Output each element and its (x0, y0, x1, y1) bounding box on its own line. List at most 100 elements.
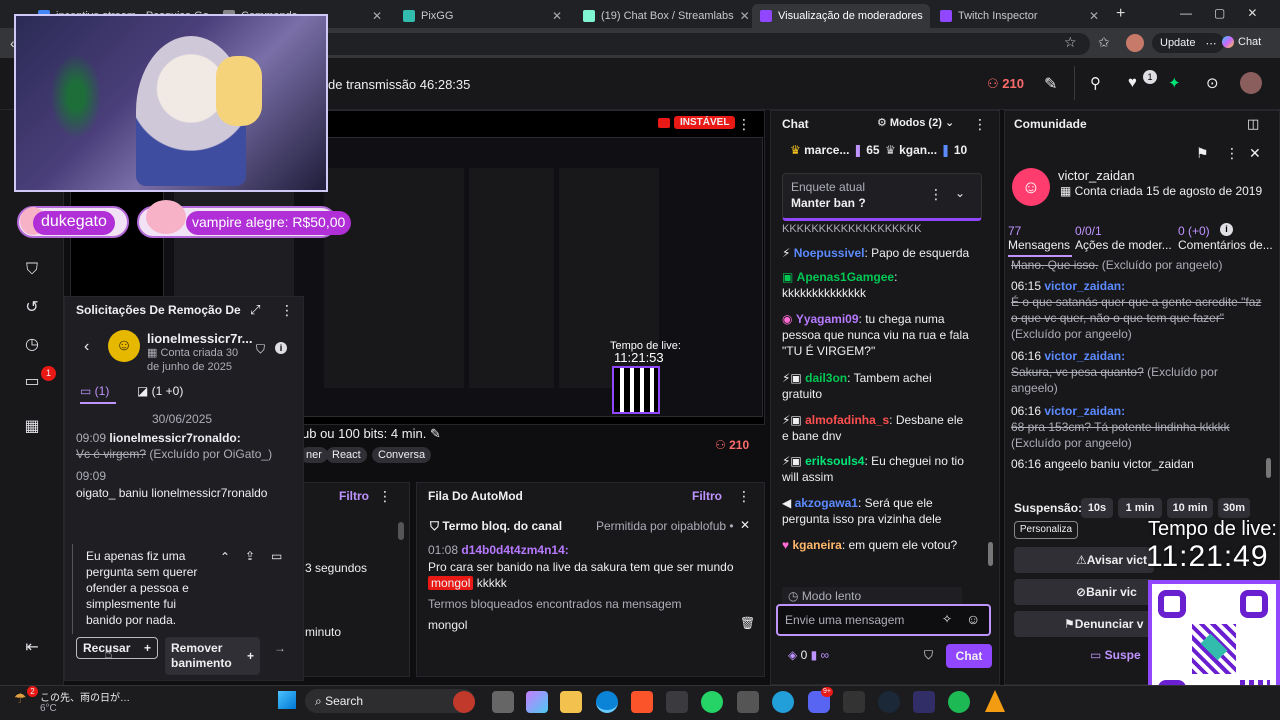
collapse-panel-icon[interactable]: ◫ (1247, 116, 1259, 132)
update-button[interactable]: Update ⋯ (1152, 33, 1225, 53)
bits-icon[interactable]: ✦ (1168, 74, 1181, 92)
new-tab-button[interactable]: + (1116, 5, 1125, 23)
shield-icon[interactable]: ⛉ (20, 258, 44, 282)
more-options-icon[interactable]: ⋮ (280, 302, 294, 319)
timer-icon[interactable]: ◷ (20, 332, 44, 356)
tag-chip[interactable]: ner (300, 447, 328, 463)
whatsapp-icon[interactable] (701, 691, 723, 713)
app-icon[interactable] (913, 691, 935, 713)
collapse-chevron-icon[interactable]: ⌃ (220, 550, 230, 564)
community-username[interactable]: victor_zaidan (1058, 168, 1135, 183)
unban-username[interactable]: lionelmessicr7r... (147, 331, 253, 346)
close-icon[interactable]: ✕ (740, 9, 750, 23)
close-icon[interactable]: ✕ (552, 9, 562, 23)
edge-icon[interactable] (596, 691, 618, 713)
copilot-icon[interactable] (526, 691, 548, 713)
suspend-30m-button[interactable]: 30m (1218, 498, 1250, 518)
comment-icon[interactable]: ▭ (271, 549, 282, 563)
hearts-icon[interactable]: ♥ (1128, 74, 1137, 91)
more-options-icon[interactable]: ⋮ (737, 116, 751, 133)
remove-ban-button[interactable]: Remover banimento + (165, 637, 260, 675)
chat-modes-button[interactable]: ⚙ Modos (2) ⌄ (877, 116, 954, 129)
suspend-10s-button[interactable]: 10s (1081, 498, 1113, 518)
community-scrollbar[interactable] (1266, 458, 1271, 478)
report-user-button[interactable]: ⚑ Denunciar v (1014, 611, 1154, 637)
browser-tab-moderator-view[interactable]: Visualização de moderadores✕ (752, 4, 930, 28)
vlc-icon[interactable] (985, 690, 1005, 712)
shield-icon[interactable]: ⛉ (256, 342, 265, 357)
filter-button[interactable]: Filtro (692, 489, 722, 503)
spotify-icon[interactable] (948, 691, 970, 713)
browser-tab-twitch-inspector[interactable]: Twitch Inspector ✕ (932, 4, 1107, 28)
emoji-icon[interactable]: ☺ (966, 611, 980, 627)
top-chatter[interactable]: ♛ kgan... ❚ 10 (885, 143, 967, 157)
telegram-icon[interactable] (772, 691, 794, 713)
edit-icon[interactable]: ✎ (1044, 74, 1057, 94)
share-icon[interactable]: ⇪ (245, 549, 255, 563)
bookmark-star-icon[interactable]: ☆ (1064, 34, 1077, 51)
customize-button[interactable]: Personaliza (1014, 521, 1078, 539)
more-options-icon[interactable]: ⋮ (1225, 145, 1239, 162)
copilot-chat-button[interactable]: Chat (1222, 36, 1261, 48)
profile-avatar[interactable] (1126, 34, 1144, 52)
sparkle-icon[interactable]: ✧ (942, 612, 952, 626)
window-controls[interactable]: —▢✕ (1180, 6, 1279, 20)
next-arrow-icon[interactable]: → (274, 641, 286, 655)
task-view-icon[interactable] (492, 691, 514, 713)
stat-mod-actions-tab[interactable]: 0/0/1 Ações de moder... (1075, 224, 1175, 252)
suspend-1min-button[interactable]: 1 min (1118, 498, 1162, 518)
weather-text[interactable]: この先、雨の日が… (40, 689, 130, 704)
history-icon[interactable]: ↺ (20, 295, 44, 319)
info-icon[interactable]: i (275, 342, 287, 354)
close-icon[interactable]: ✕ (1089, 9, 1099, 23)
warn-user-button[interactable]: ⚠ Avisar vict (1014, 547, 1154, 573)
tab-actions[interactable]: ◪ (1 +0) (137, 384, 183, 398)
chevron-down-icon[interactable]: ⌄ (955, 186, 965, 200)
user-avatar[interactable] (1240, 72, 1262, 94)
windows-start-icon[interactable] (278, 691, 296, 709)
help-icon[interactable]: ⊙ (1206, 74, 1219, 92)
brave-icon[interactable] (631, 691, 653, 713)
top-chatter[interactable]: ♛ marce... ❚ 65 (790, 143, 880, 157)
more-options-icon[interactable]: ⋮ (378, 488, 392, 505)
tab-messages[interactable]: ▭ (1) (80, 384, 116, 404)
popout-icon[interactable]: ⤢ (250, 302, 260, 318)
pin-tool-icon[interactable]: ⚲ (1090, 74, 1101, 92)
favorites-icon[interactable]: ✩ (1098, 34, 1110, 51)
capcut-icon[interactable] (843, 691, 865, 713)
scrollbar[interactable] (398, 522, 404, 540)
suspend-10min-button[interactable]: 10 min (1167, 498, 1213, 518)
filter-button[interactable]: Filtro (339, 489, 369, 503)
ban-user-button[interactable]: ⊘ Banir vic (1014, 579, 1154, 605)
trash-icon[interactable]: 🗑 (740, 616, 755, 630)
close-icon[interactable]: ✕ (372, 9, 382, 23)
info-icon[interactable]: i (1220, 223, 1233, 236)
exit-icon[interactable]: ⇤ (20, 635, 44, 659)
browser-tab-streamlabs[interactable]: (19) Chat Box / Streamlabs ✕ (575, 4, 750, 28)
edit-icon[interactable]: ✎ (430, 426, 441, 441)
tag-chip[interactable]: Conversa (372, 447, 432, 463)
suspicious-user-button[interactable]: ▭ Suspe (1090, 648, 1141, 662)
more-options-icon[interactable]: ⋮ (737, 488, 751, 505)
chat-send-button[interactable]: Chat (946, 644, 992, 668)
file-explorer-icon[interactable] (560, 691, 582, 713)
channel-points[interactable]: ◈ 0 ▮ ∞ (788, 648, 829, 662)
taskbar-search[interactable]: ⌕ Search (305, 689, 475, 713)
steam-icon[interactable] (878, 691, 900, 713)
pin-icon[interactable]: ⚑ (1196, 145, 1209, 162)
copilot-game-icon[interactable] (453, 691, 475, 713)
tool-icon[interactable]: ▦ (20, 414, 44, 438)
close-icon[interactable]: ✕ (1249, 145, 1261, 162)
printer-icon[interactable] (737, 691, 759, 713)
back-chevron-icon[interactable]: ‹ (84, 338, 89, 356)
browser-tab-pixgg[interactable]: PixGG ✕ (395, 4, 570, 28)
stat-messages-tab[interactable]: 77 Mensagens (1008, 224, 1072, 257)
shield-icon[interactable]: ⛉ (924, 648, 933, 663)
reject-button[interactable]: Recusar + (76, 637, 158, 659)
close-icon[interactable]: ✕ (740, 518, 750, 532)
more-options-icon[interactable]: ⋮ (929, 186, 943, 203)
tag-chip[interactable]: React (326, 447, 367, 463)
store-icon[interactable] (666, 691, 688, 713)
more-options-icon[interactable]: ⋮ (973, 116, 987, 133)
chat-scrollbar[interactable] (988, 542, 993, 566)
